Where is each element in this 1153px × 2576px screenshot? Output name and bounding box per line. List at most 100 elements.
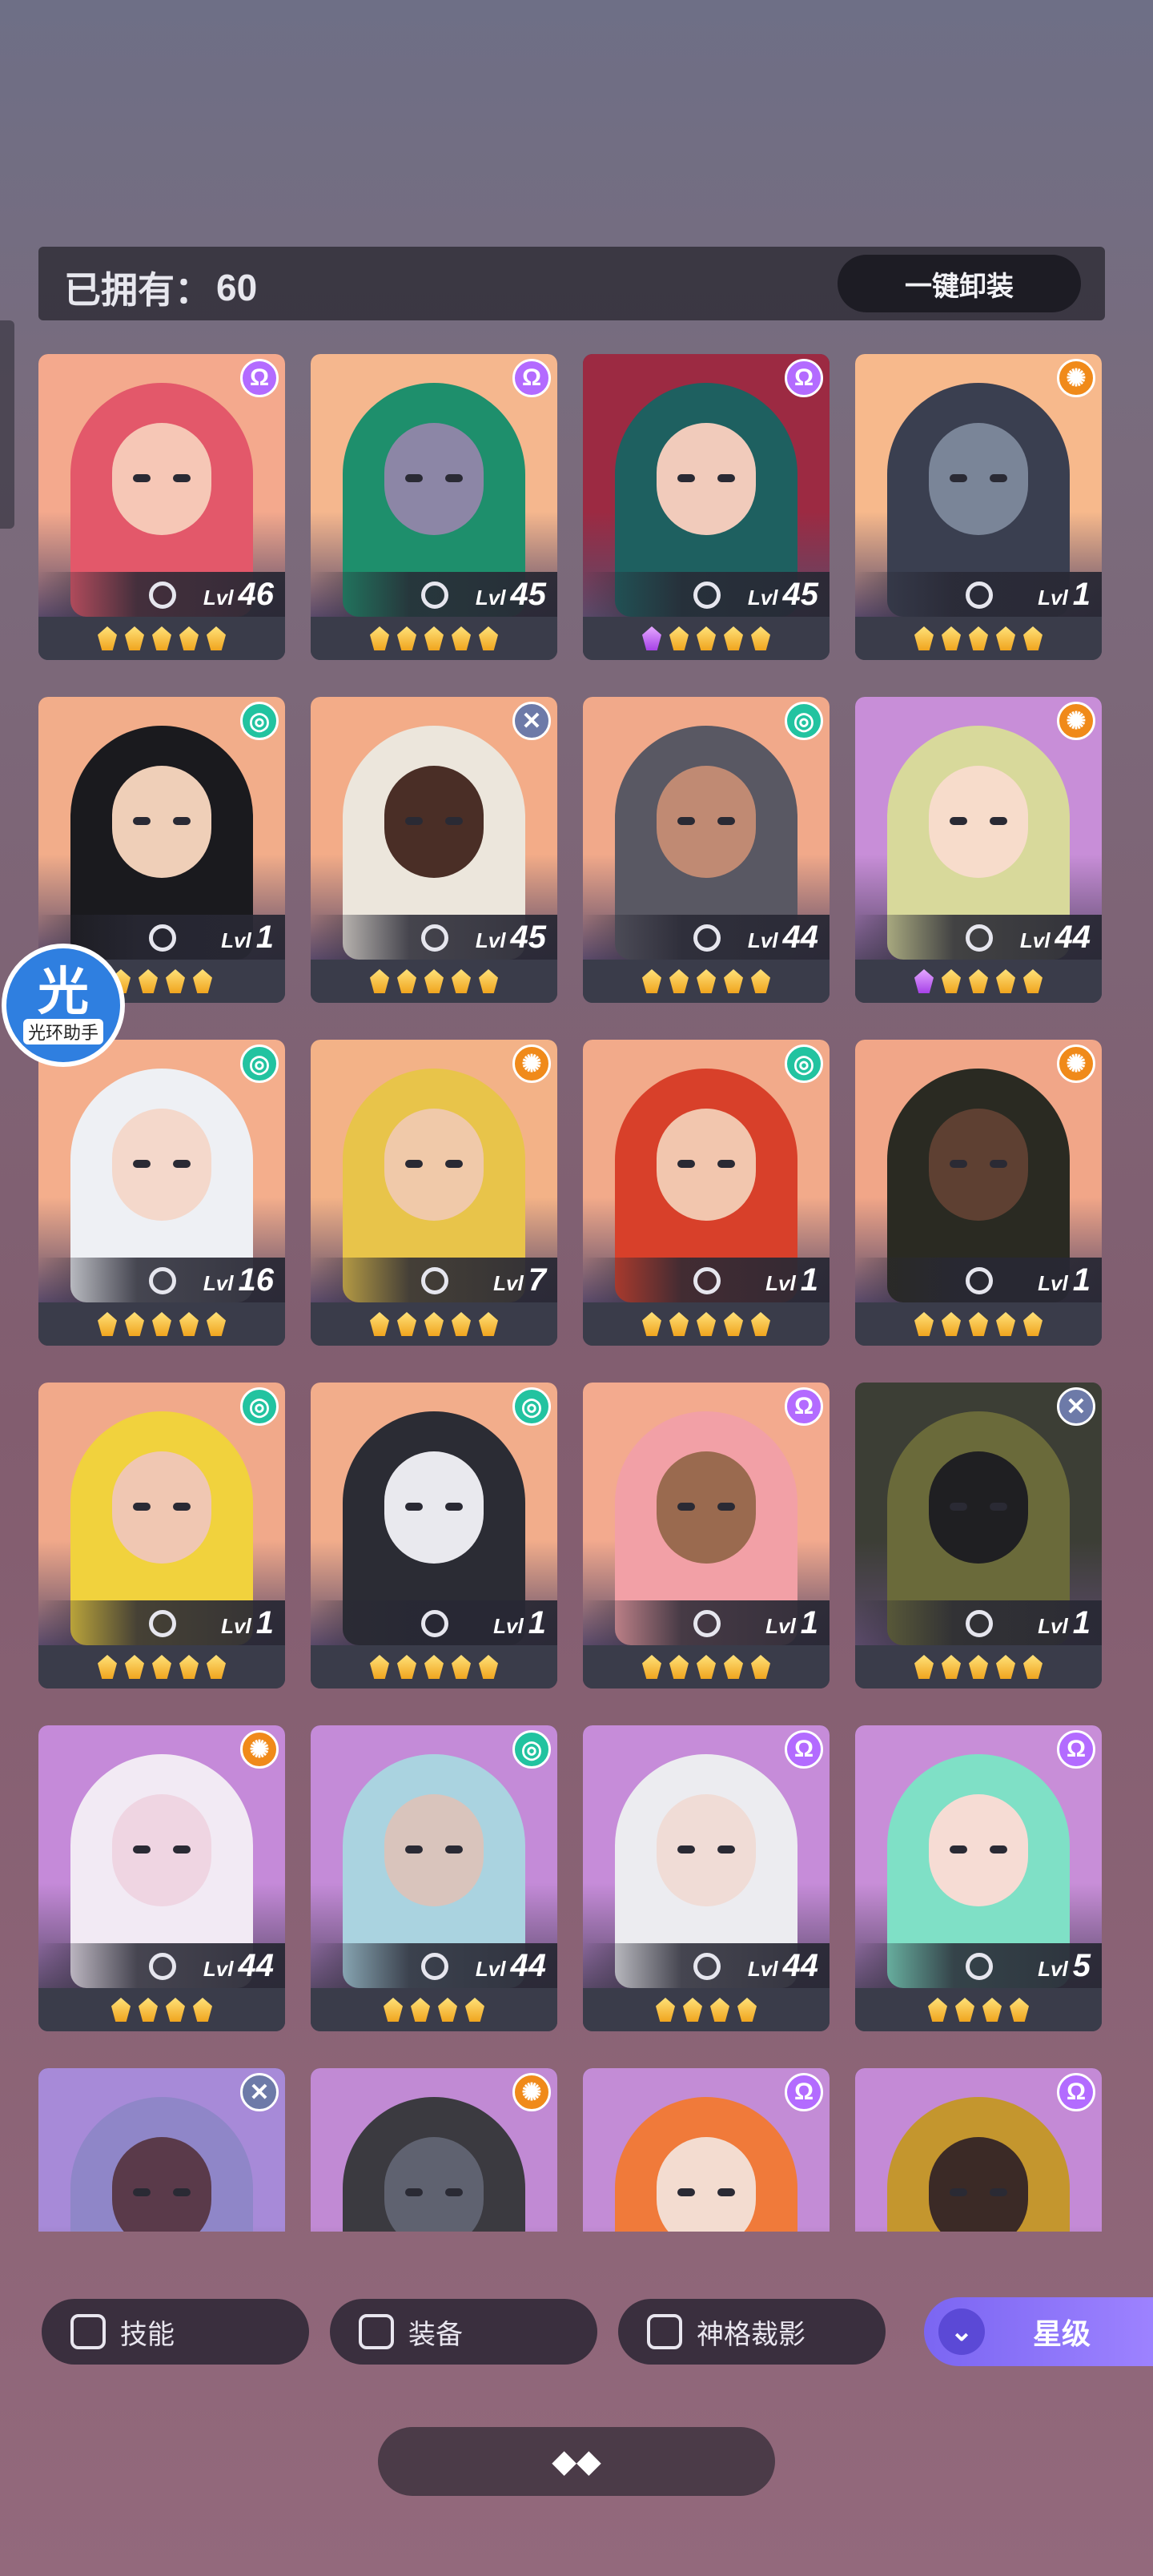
hero-card[interactable]: Ω Lvl 46 xyxy=(38,354,285,660)
hero-card[interactable]: ✕ Lvl 1 xyxy=(855,1383,1102,1688)
filter-divine-label: 神格裁影 xyxy=(697,2319,805,2350)
star-icon xyxy=(942,626,961,650)
star-icon xyxy=(697,1312,716,1336)
star-icon xyxy=(397,626,416,650)
star-icon xyxy=(1023,1312,1043,1336)
hero-eye xyxy=(133,2188,151,2196)
hero-card[interactable]: Ω Lvl 44 xyxy=(583,1725,830,2031)
hero-card[interactable]: ✺ Lvl 44 xyxy=(855,697,1102,1003)
filter-divine-checkbox[interactable]: 神格裁影 xyxy=(618,2299,886,2365)
star-icon xyxy=(424,1655,444,1679)
level-prefix: Lvl xyxy=(1038,1957,1068,1981)
cross-element-icon: ✕ xyxy=(1057,1387,1095,1426)
spiral-element-icon: ◎ xyxy=(240,1387,279,1426)
hero-eye xyxy=(677,2188,695,2196)
level-prefix: Lvl xyxy=(493,1271,524,1295)
hero-card[interactable]: ✺ Lvl 44 xyxy=(38,1725,285,2031)
hero-face xyxy=(112,1794,211,1906)
awaken-ring-icon xyxy=(149,582,176,609)
hero-eye xyxy=(717,1845,735,1854)
hero-card[interactable]: Ω Lvl 5 xyxy=(855,1725,1102,2031)
checkbox-icon xyxy=(70,2314,106,2349)
star-icon xyxy=(669,1312,689,1336)
star-icon xyxy=(724,626,743,650)
omega-element-icon: Ω xyxy=(785,1387,823,1426)
hero-face xyxy=(384,1794,484,1906)
hero-level: Lvl 46 xyxy=(203,577,274,613)
hero-grid[interactable]: Ω Lvl 46 Ω Lvl 45 Ω Lvl 45 ✺ Lvl 1 ◎ Lvl 1 ✕ Lvl 45 ◎ Lvl 44… xyxy=(38,354,1105,2232)
hero-eye xyxy=(173,474,191,482)
hero-card[interactable]: ◎ Lvl 1 xyxy=(311,1383,557,1688)
star-icon xyxy=(452,626,471,650)
hero-face xyxy=(657,423,756,535)
expand-button[interactable]: ◆◆ xyxy=(378,2427,775,2496)
filter-skill-checkbox[interactable]: 技能 xyxy=(42,2299,309,2365)
hero-card[interactable]: ✕ Lvl 45 xyxy=(311,697,557,1003)
star-icon xyxy=(914,626,934,650)
hero-level: Lvl 45 xyxy=(476,920,546,956)
star-rating xyxy=(583,1302,830,1346)
hero-level: Lvl 1 xyxy=(765,1262,818,1298)
awaken-ring-icon xyxy=(966,1267,993,1294)
star-icon xyxy=(642,626,661,650)
hero-eye xyxy=(405,1160,423,1168)
level-prefix: Lvl xyxy=(747,1957,778,1981)
hero-card[interactable]: ◎ Lvl 44 xyxy=(311,1725,557,2031)
star-icon xyxy=(1010,1998,1029,2022)
hero-face xyxy=(929,2137,1028,2232)
hero-level: Lvl 44 xyxy=(203,1948,274,1984)
hero-card[interactable]: ◎ Lvl 1 xyxy=(38,1383,285,1688)
hero-eye xyxy=(445,1503,463,1511)
awaken-ring-icon xyxy=(693,924,721,952)
hero-card[interactable]: Ω Lvl 1 xyxy=(583,1383,830,1688)
hero-card[interactable]: ✺ Lvl 7 xyxy=(311,1040,557,1346)
hero-eye xyxy=(950,817,967,825)
hero-card[interactable]: Ω Lvl 45 xyxy=(311,354,557,660)
star-icon xyxy=(98,1312,117,1336)
hero-card[interactable]: ◎ Lvl 44 xyxy=(583,697,830,1003)
hero-eye xyxy=(405,474,423,482)
hero-card[interactable]: ✺ Lvl 1 xyxy=(855,1040,1102,1346)
star-icon xyxy=(996,1312,1015,1336)
hero-card[interactable]: ◎ Lvl 1 xyxy=(583,1040,830,1346)
hero-eye xyxy=(950,1503,967,1511)
filter-equipment-checkbox[interactable]: 装备 xyxy=(330,2299,597,2365)
hero-face xyxy=(929,766,1028,878)
sun-element-icon: ✺ xyxy=(512,1044,551,1083)
hero-card[interactable]: Ω Lvl 45 xyxy=(583,354,830,660)
spiral-element-icon: ◎ xyxy=(512,1730,551,1769)
level-prefix: Lvl xyxy=(475,928,506,952)
hero-eye xyxy=(950,474,967,482)
halo-assistant-floating-button[interactable]: 光 光环助手 xyxy=(2,944,125,1067)
hero-card[interactable]: Ω xyxy=(583,2068,830,2232)
hero-eye xyxy=(950,2188,967,2196)
hero-level: Lvl 1 xyxy=(1038,577,1091,613)
hero-face xyxy=(112,766,211,878)
star-rating xyxy=(855,1988,1102,2031)
hero-card[interactable]: ✺ Lvl 1 xyxy=(855,354,1102,660)
star-icon xyxy=(1023,1655,1043,1679)
hero-card[interactable]: Ω xyxy=(855,2068,1102,2232)
star-icon xyxy=(152,626,171,650)
one-click-unequip-button[interactable]: 一键卸装 xyxy=(838,255,1081,312)
star-sort-button[interactable]: ⌄ 星级 xyxy=(924,2297,1153,2366)
level-number: 44 xyxy=(238,1948,275,1983)
awaken-ring-icon xyxy=(421,1610,448,1637)
level-prefix: Lvl xyxy=(203,1957,234,1981)
level-number: 44 xyxy=(510,1948,547,1983)
star-icon xyxy=(424,626,444,650)
hero-card[interactable]: ✕ xyxy=(38,2068,285,2232)
hero-eye xyxy=(133,1503,151,1511)
hero-card[interactable]: ◎ Lvl 16 xyxy=(38,1040,285,1346)
hero-eye xyxy=(677,1160,695,1168)
level-prefix: Lvl xyxy=(747,928,778,952)
star-icon xyxy=(996,969,1015,993)
hero-card[interactable]: ✺ xyxy=(311,2068,557,2232)
level-prefix: Lvl xyxy=(1038,1271,1068,1295)
star-icon xyxy=(370,1655,389,1679)
hero-eye xyxy=(677,474,695,482)
side-drawer-tab[interactable] xyxy=(0,320,14,529)
star-rating xyxy=(583,1988,830,2031)
omega-element-icon: Ω xyxy=(1057,2073,1095,2111)
star-rating xyxy=(38,1988,285,2031)
